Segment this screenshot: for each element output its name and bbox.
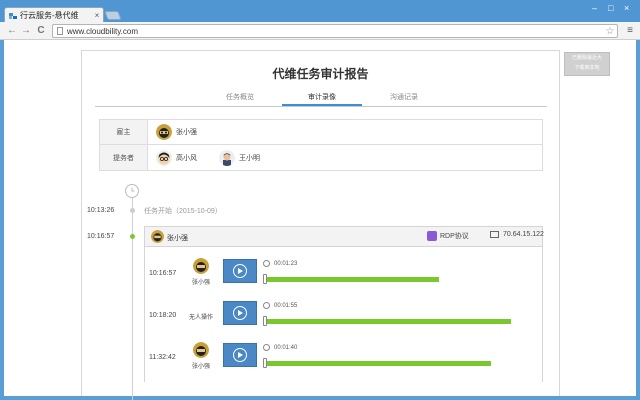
owner-person: 张小强 [156, 124, 197, 140]
owner-row: 雇主 张小强 [100, 120, 542, 145]
provider-label: 提务者 [100, 145, 148, 170]
record-time: 11:32:42 [149, 354, 176, 361]
avatar-ninja-icon [156, 124, 172, 140]
rdp-label: RDP协议 [440, 233, 469, 240]
rdp-icon [427, 231, 437, 241]
timeline-start-text: 任务开始（2015-10-09） [144, 208, 222, 215]
new-tab-button[interactable] [104, 11, 122, 20]
timeline-session-dot [130, 234, 135, 239]
timeline-line [132, 191, 133, 400]
browser-toolbar: ← → C www.cloudbility.com ☆ ≡ [0, 22, 640, 40]
record-time: 10:16:57 [149, 270, 177, 277]
url-text[interactable]: www.cloudbility.com [67, 27, 603, 36]
tab-communication[interactable]: 沟通记录 [364, 91, 444, 106]
session-card: 张小强 RDP协议 70.64.15.122 10:16:57 张小强 00:0… [144, 226, 544, 382]
owner-label: 雇主 [100, 120, 148, 144]
report-tabs: 任务概览 审计录像 沟通记录 [95, 91, 547, 107]
owner-name: 张小强 [176, 129, 197, 136]
rdp-protocol: RDP协议 [427, 231, 469, 241]
progress-handle[interactable] [263, 274, 267, 284]
play-button[interactable] [223, 301, 257, 325]
record-row: 11:32:42 张小强 00:01:40 [145, 340, 542, 376]
timeline-start-time: 10:13:26 [87, 207, 115, 214]
tab-audit-video[interactable]: 审计录像 [282, 91, 362, 106]
tab-overview[interactable]: 任务概览 [200, 91, 280, 106]
play-icon [233, 306, 247, 320]
tab-close-icon[interactable]: × [91, 11, 103, 20]
avatar-man-icon [219, 149, 235, 166]
record-row: 10:18:20 无人操作 00:01:55 [145, 298, 542, 334]
tab-title: 行云服务-悬代维 [20, 11, 79, 20]
browser-menu-icon[interactable]: ≡ [624, 24, 636, 37]
record-user: 无人操作 [187, 300, 215, 321]
duration-icon [263, 344, 270, 351]
clock-icon [125, 184, 139, 198]
session-records: 10:16:57 张小强 00:01:23 10:18:20 无人操作 00:0… [145, 248, 542, 382]
provider-row: 提务者 高小风 王小明 [100, 145, 542, 170]
session-header: 张小强 RDP协议 70.64.15.122 [145, 227, 544, 247]
maximize-icon[interactable]: □ [608, 3, 613, 13]
avatar-boy-icon [156, 149, 172, 166]
download-line-2: 下载到本地 [574, 65, 600, 71]
timeline-session-time: 10:16:57 [87, 233, 115, 240]
progress-bar [266, 319, 511, 324]
provider-person: 高小风 [156, 149, 197, 166]
progress-bar [266, 361, 491, 366]
duration-text: 00:01:55 [274, 302, 298, 309]
avatar-ninja-icon [193, 342, 209, 358]
provider-name: 王小明 [239, 154, 260, 162]
record-user-name: 张小强 [191, 280, 210, 286]
play-icon [233, 264, 247, 278]
reload-icon[interactable]: C [35, 24, 47, 37]
download-local-button[interactable]: 已删除最近大 下载到本地 [564, 52, 610, 76]
timeline-start-dot [130, 208, 135, 213]
address-bar[interactable]: www.cloudbility.com ☆ [52, 24, 618, 38]
record-duration: 00:01:40 [263, 344, 297, 351]
avatar-ninja-icon [151, 230, 164, 243]
duration-icon [263, 260, 270, 267]
ip-label: 70.64.15.122 [503, 231, 544, 238]
duration-text: 00:01:23 [274, 260, 298, 267]
play-button[interactable] [223, 259, 257, 283]
report-title: 代维任务审计报告 [272, 67, 369, 81]
avatar-ninja-icon [193, 258, 209, 274]
browser-tab[interactable]: 行云服务-悬代维 × [4, 7, 104, 23]
play-icon [233, 348, 247, 362]
participants-table: 雇主 张小强 提务者 高小风 王小明 [99, 119, 543, 171]
progress-handle[interactable] [263, 358, 267, 368]
record-user-name: 无人操作 [188, 315, 213, 321]
provider-person: 王小明 [219, 149, 260, 166]
minimize-icon[interactable]: – [592, 3, 597, 13]
report-panel: 代维任务审计报告 任务概览 审计录像 沟通记录 雇主 张小强 提务者 高小风 王… [81, 50, 560, 400]
bookmark-star-icon[interactable]: ☆ [603, 26, 617, 37]
forward-icon[interactable]: → [20, 24, 32, 37]
play-button[interactable] [223, 343, 257, 367]
download-line-1: 已删除最近大 [571, 55, 602, 61]
session-user: 张小强 [167, 235, 188, 242]
browser-tabstrip: 行云服务-悬代维 × – □ × [0, 0, 640, 23]
record-user: 张小强 [187, 258, 215, 286]
monitor-icon [490, 231, 499, 238]
page-icon [57, 27, 63, 35]
window-close-icon[interactable]: × [624, 3, 629, 13]
duration-text: 00:01:40 [274, 344, 298, 351]
record-row: 10:16:57 张小强 00:01:23 [145, 256, 542, 292]
record-user-name: 张小强 [191, 364, 210, 370]
record-duration: 00:01:55 [263, 302, 297, 309]
record-duration: 00:01:23 [263, 260, 297, 267]
cloud-favicon-icon [9, 12, 17, 19]
session-ip: 70.64.15.122 [490, 231, 544, 238]
progress-bar [266, 277, 439, 282]
page-content: 代维任务审计报告 任务概览 审计录像 沟通记录 雇主 张小强 提务者 高小风 王… [4, 40, 636, 400]
provider-name: 高小风 [176, 154, 197, 162]
duration-icon [263, 302, 270, 309]
progress-handle[interactable] [263, 316, 267, 326]
record-time: 10:18:20 [149, 312, 177, 319]
back-icon[interactable]: ← [6, 24, 18, 37]
record-user: 张小强 [187, 342, 215, 370]
